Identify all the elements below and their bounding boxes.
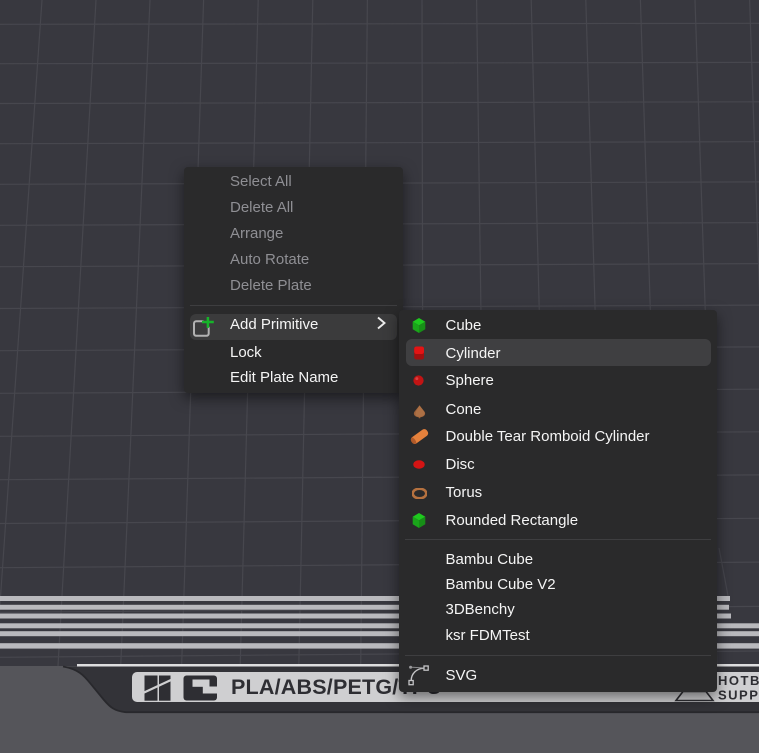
svg-text:HOTB: HOTB — [718, 673, 759, 688]
svg-text:SUPP: SUPP — [718, 688, 759, 703]
